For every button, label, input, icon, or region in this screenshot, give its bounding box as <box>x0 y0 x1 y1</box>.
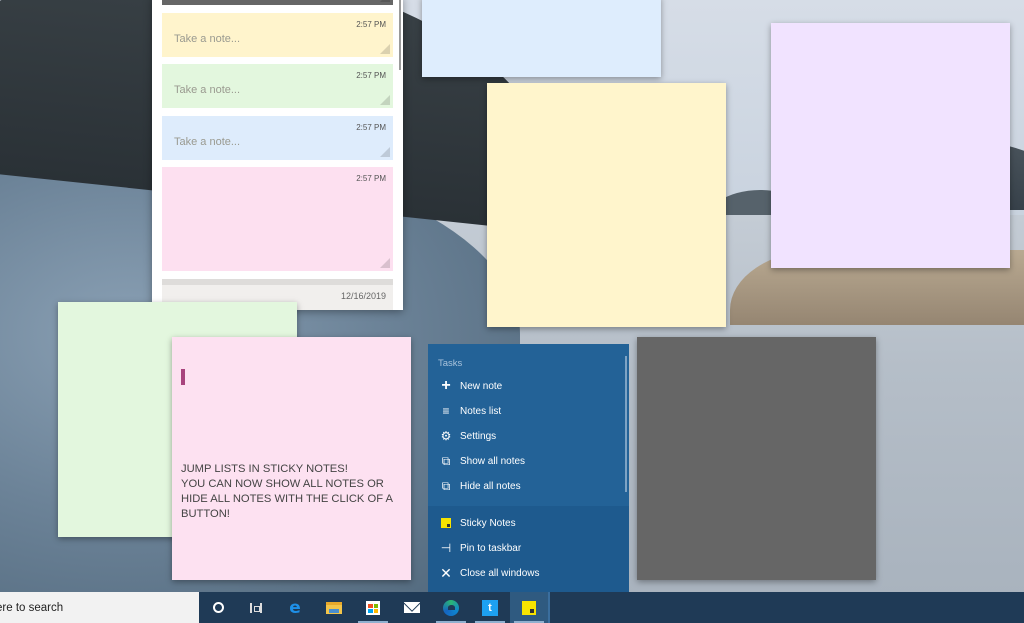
taskbar-search-box[interactable]: ere to search <box>0 592 199 623</box>
jump-list-label: Hide all notes <box>460 480 521 492</box>
edge-icon: e <box>289 597 301 618</box>
card-header-bar <box>162 279 393 285</box>
file-explorer-icon <box>326 601 342 614</box>
jump-list-label: Show all notes <box>460 455 526 467</box>
jump-list-notes-list[interactable]: ≡ Notes list <box>428 399 623 423</box>
list-card-green[interactable]: 2:57 PM Take a note... <box>162 64 393 108</box>
jump-list-close-all-windows[interactable]: ✕ Close all windows <box>428 561 623 585</box>
jump-list-label: Close all windows <box>460 567 540 579</box>
jump-list-label: Notes list <box>460 405 502 417</box>
notes-list-window[interactable]: 2:57 PM Take a note... 2:57 PM Take a no… <box>152 0 403 310</box>
corner-fold-icon <box>380 95 390 105</box>
task-view-icon <box>250 602 262 613</box>
list-icon: ≡ <box>442 404 450 418</box>
tasks-heading: Tasks <box>438 358 463 369</box>
jump-list-label: New note <box>460 380 503 392</box>
notes-list-scrollbar[interactable] <box>399 0 401 70</box>
jump-list-scrollbar[interactable] <box>625 356 627 492</box>
note-timestamp: 2:57 PM <box>356 174 386 183</box>
list-card-pink[interactable]: 2:57 PM <box>162 167 393 271</box>
close-icon: ✕ <box>440 564 452 581</box>
note-placeholder: Take a note... <box>174 84 241 96</box>
list-card-blue[interactable]: 2:57 PM Take a note... <box>162 116 393 160</box>
note-timestamp: 2:57 PM <box>356 71 386 80</box>
taskbar-sticky-notes-button[interactable] <box>510 592 548 623</box>
jump-list-label: Settings <box>460 430 497 442</box>
cortana-icon <box>212 602 224 613</box>
corner-fold-icon <box>380 44 390 54</box>
taskbar: ere to search e t <box>0 592 1024 623</box>
jump-list-label: Sticky Notes <box>460 517 516 529</box>
sticky-note-purple[interactable] <box>771 23 1010 268</box>
taskbar-divider <box>548 592 550 623</box>
sticky-notes-icon <box>522 600 536 615</box>
jump-list-sticky-notes-app[interactable]: Sticky Notes <box>428 511 623 535</box>
jump-list-label: Pin to taskbar <box>460 542 522 554</box>
jump-list-tasks-section: Tasks + New note ≡ Notes list ⚙ Settings… <box>428 344 629 506</box>
show-all-icon: ⧉ <box>441 453 451 468</box>
search-placeholder: ere to search <box>0 601 64 614</box>
sticky-note-yellow[interactable] <box>487 83 726 327</box>
note-timestamp: 12/16/2019 <box>340 291 386 301</box>
list-card-charcoal[interactable] <box>162 0 393 5</box>
taskbar-edge-beta-button[interactable] <box>432 592 470 623</box>
note-placeholder: Take a note... <box>174 33 241 45</box>
corner-fold-icon <box>380 147 390 157</box>
pin-icon: ⊣ <box>440 541 452 555</box>
taskbar-task-view-button[interactable] <box>237 592 275 623</box>
hide-all-icon: ⧉ <box>441 478 451 493</box>
note-timestamp: 2:57 PM <box>356 20 386 29</box>
corner-fold-icon <box>380 258 390 268</box>
sticky-notes-jump-list: Tasks + New note ≡ Notes list ⚙ Settings… <box>428 344 629 592</box>
taskbar-file-explorer-button[interactable] <box>315 592 353 623</box>
note-timestamp: 2:57 PM <box>356 123 386 132</box>
gear-icon: ⚙ <box>440 429 452 443</box>
sticky-notes-app-icon <box>438 515 454 531</box>
sticky-note-charcoal[interactable] <box>637 337 876 580</box>
plus-icon: + <box>441 377 451 394</box>
jump-list-new-note[interactable]: + New note <box>428 374 623 398</box>
taskbar-store-button[interactable] <box>354 592 392 623</box>
note-placeholder: Take a note... <box>174 136 241 148</box>
taskbar-mail-button[interactable] <box>393 592 431 623</box>
twitter-icon: t <box>482 599 498 616</box>
sticky-note-pink[interactable]: Jump lists in Sticky Notes! You can now … <box>172 337 411 580</box>
jump-list-show-all-notes[interactable]: ⧉ Show all notes <box>428 449 623 473</box>
mail-icon <box>404 602 420 613</box>
corner-fold-icon <box>380 0 390 2</box>
sticky-note-blue[interactable] <box>422 0 661 77</box>
jump-list-hide-all-notes[interactable]: ⧉ Hide all notes <box>428 474 623 498</box>
edge-beta-icon <box>443 599 459 616</box>
note-text[interactable]: Jump lists in Sticky Notes! You can now … <box>181 462 406 522</box>
jump-list-pin-to-taskbar[interactable]: ⊣ Pin to taskbar <box>428 536 623 560</box>
jump-list-settings[interactable]: ⚙ Settings <box>428 424 623 448</box>
store-icon <box>366 600 380 615</box>
taskbar-twitter-button[interactable]: t <box>471 592 509 623</box>
taskbar-cortana-button[interactable] <box>199 592 237 623</box>
taskbar-edge-button[interactable]: e <box>276 592 314 623</box>
list-card-yellow[interactable]: 2:57 PM Take a note... <box>162 13 393 57</box>
text-cursor <box>181 369 185 385</box>
